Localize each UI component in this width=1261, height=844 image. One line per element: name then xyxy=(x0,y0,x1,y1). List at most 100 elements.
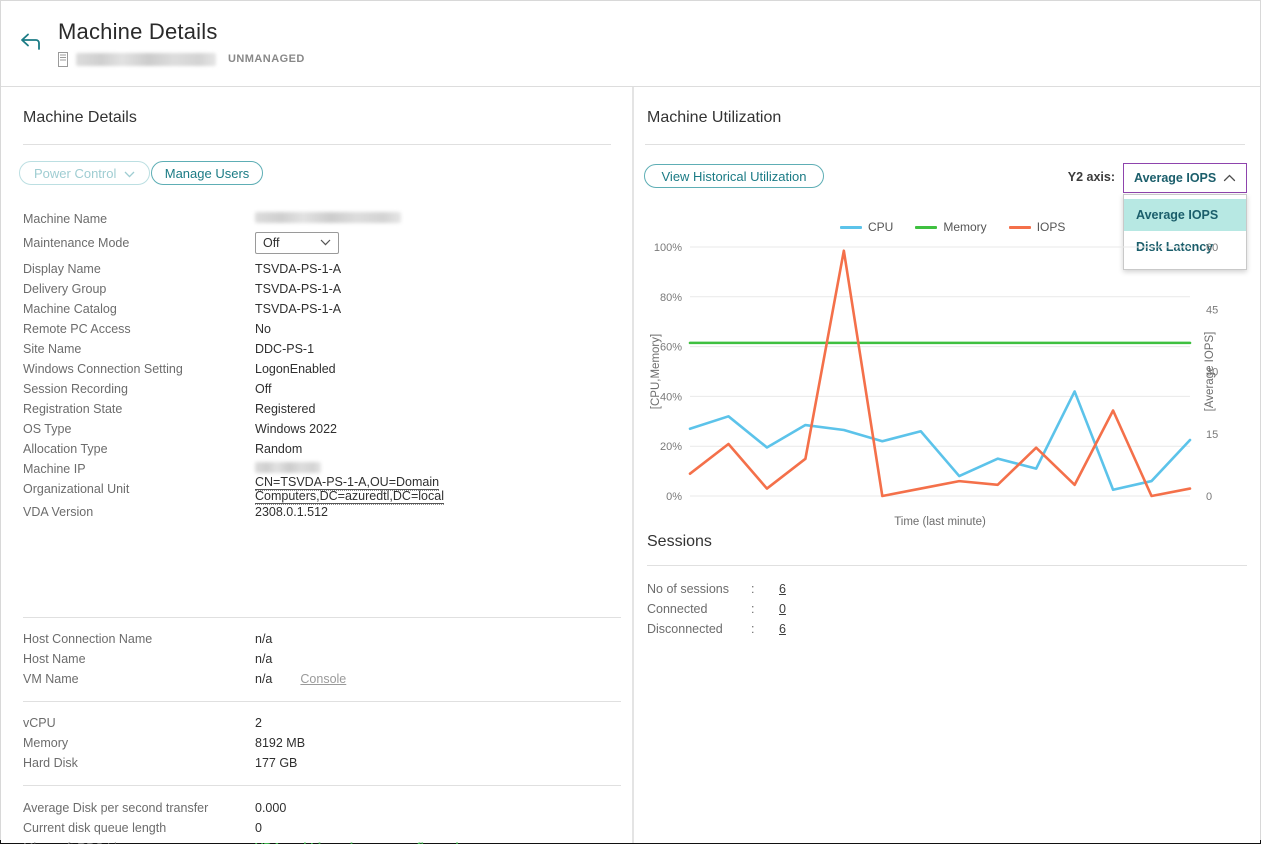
chevron-down-icon xyxy=(320,238,331,248)
machine-detail-group-1: Machine Name Maintenance Mode Off Displa… xyxy=(23,209,613,522)
row-value: TSVDA-PS-1-A xyxy=(255,302,342,316)
row-value: n/a xyxy=(255,672,273,686)
machine-detail-group-2: Host Connection Name n/a Host Name n/a V… xyxy=(23,629,613,689)
y-axis-tick: 40% xyxy=(660,391,682,403)
machine-subline: UNMANAGED xyxy=(58,49,305,69)
table-row: VDA Version 2308.0.1.512 xyxy=(23,502,613,522)
row-value: LogonEnabled xyxy=(255,362,336,376)
chevron-up-icon xyxy=(1223,169,1236,187)
row-label: Machine IP xyxy=(23,462,86,476)
x-axis-title: Time (last minute) xyxy=(894,516,986,528)
row-label: Memory xyxy=(23,736,69,750)
list-item: Connected : 0 xyxy=(647,599,1247,619)
session-count-connected: 0 xyxy=(779,602,786,616)
power-control-label: Power Control xyxy=(34,165,117,181)
row-value: 0.000 xyxy=(255,801,287,815)
machine-detail-group-3: vCPU 2 Memory 8192 MB Hard Disk 177 GB xyxy=(23,713,613,773)
machine-utilization-chart: 0%20%40%60%80%100%015304560Time (last mi… xyxy=(650,242,1218,528)
manage-users-label: Manage Users xyxy=(164,165,250,181)
session-key: No of sessions xyxy=(647,582,729,596)
legend-swatch-iops xyxy=(1008,225,1031,229)
row-value: n/a xyxy=(255,652,273,666)
right-pane-title: Machine Utilization xyxy=(647,109,782,126)
row-label: Machine Name xyxy=(23,212,108,226)
server-icon xyxy=(58,51,68,67)
row-label: Hard Disk xyxy=(23,756,78,770)
y-axis-tick: 0% xyxy=(666,491,682,503)
y-axis-tick: 20% xyxy=(660,441,682,453)
row-label: Session Recording xyxy=(23,382,128,396)
table-row: Average Disk per second transfer 0.000 xyxy=(23,798,613,818)
view-historical-utilization-button[interactable]: View Historical Utilization xyxy=(644,164,824,188)
row-value: TSVDA-PS-1-A xyxy=(255,262,342,276)
row-value: 177 GB xyxy=(255,756,298,770)
row-value: Windows 2022 xyxy=(255,422,337,436)
row-value: No xyxy=(255,322,271,336)
table-row: Maintenance Mode Off xyxy=(23,229,613,257)
power-control-button[interactable]: Power Control xyxy=(19,161,151,185)
row-label: Registration State xyxy=(23,402,123,416)
left-pane-divider xyxy=(23,144,611,145)
y-axis-tick: 80% xyxy=(660,292,682,304)
row-label: VDA Version xyxy=(23,505,94,519)
sessions-title: Sessions xyxy=(647,533,712,550)
left-pane-title: Machine Details xyxy=(23,109,137,126)
y-axis-title: [CPU,Memory] xyxy=(650,334,662,409)
manage-users-button[interactable]: Manage Users xyxy=(151,161,263,185)
maintenance-mode-select[interactable]: Off xyxy=(255,232,339,254)
y2-axis-title: [Average IOPS] xyxy=(1204,332,1216,412)
y-axis-tick: 100% xyxy=(654,242,682,254)
machine-name-value-redacted xyxy=(255,212,401,223)
table-row: Windows Connection Setting LogonEnabled xyxy=(23,359,613,379)
machine-details-page: Machine Details UNMANAGED Machine Detail… xyxy=(0,0,1261,844)
y2-axis-tick: 60 xyxy=(1206,242,1218,254)
sessions-divider xyxy=(647,565,1247,566)
row-value: 8192 MB xyxy=(255,736,306,750)
y2-option-label: Average IOPS xyxy=(1136,208,1219,222)
chart-series-iops xyxy=(688,249,1192,498)
console-link[interactable]: Console xyxy=(300,672,346,686)
y-axis-tick: 60% xyxy=(660,342,682,354)
row-value xyxy=(255,212,401,226)
status-badge: UNMANAGED xyxy=(228,53,305,65)
legend-swatch-cpu xyxy=(840,225,862,229)
sessions-list: No of sessions : 6 Connected : 0 Disconn… xyxy=(647,579,1247,639)
back-arrow-icon[interactable] xyxy=(17,29,43,55)
table-row: Remote PC Access No xyxy=(23,319,613,339)
session-key: Disconnected xyxy=(647,622,723,636)
group-divider-3 xyxy=(23,785,621,786)
list-item: No of sessions : 6 xyxy=(647,579,1247,599)
row-label: Windows Connection Setting xyxy=(23,362,183,376)
row-value: CN=TSVDA-PS-1-A,OU=Domain Computers,DC=a… xyxy=(255,475,613,505)
table-row: Microsoft RDS License VDA and Licensing … xyxy=(23,838,613,844)
y2-axis-tick: 15 xyxy=(1206,429,1218,441)
row-label: Average Disk per second transfer xyxy=(23,801,209,815)
row-label: OS Type xyxy=(23,422,72,436)
table-row: Machine Catalog TSVDA-PS-1-A xyxy=(23,299,613,319)
row-value: TSVDA-PS-1-A xyxy=(255,282,342,296)
page-title: Machine Details xyxy=(58,19,218,44)
row-label: Host Name xyxy=(23,652,86,666)
table-row: Memory 8192 MB xyxy=(23,733,613,753)
maintenance-mode-value: Off xyxy=(263,236,280,250)
y2-axis-tick: 0 xyxy=(1206,491,1212,503)
table-row: Session Recording Off xyxy=(23,379,613,399)
chevron-down-icon xyxy=(124,166,135,181)
y2-option-average-iops[interactable]: Average IOPS xyxy=(1124,199,1246,231)
session-count-disconnected[interactable]: 6 xyxy=(779,622,786,636)
row-value: Off xyxy=(255,382,272,396)
table-row: Site Name DDC-PS-1 xyxy=(23,339,613,359)
session-colon: : xyxy=(751,622,755,636)
table-row: Allocation Type Random xyxy=(23,439,613,459)
table-row: Display Name TSVDA-PS-1-A xyxy=(23,259,613,279)
session-count-total[interactable]: 6 xyxy=(779,582,786,596)
row-label: Maintenance Mode xyxy=(23,236,130,250)
session-colon: : xyxy=(751,602,755,616)
row-label: Site Name xyxy=(23,342,82,356)
table-row: Registration State Registered xyxy=(23,399,613,419)
row-label: Display Name xyxy=(23,262,101,276)
y2-axis-select[interactable]: Average IOPS xyxy=(1123,163,1247,193)
y2-axis-label: Y2 axis: xyxy=(1067,170,1115,184)
table-row: Delivery Group TSVDA-PS-1-A xyxy=(23,279,613,299)
session-key: Connected xyxy=(647,602,708,616)
